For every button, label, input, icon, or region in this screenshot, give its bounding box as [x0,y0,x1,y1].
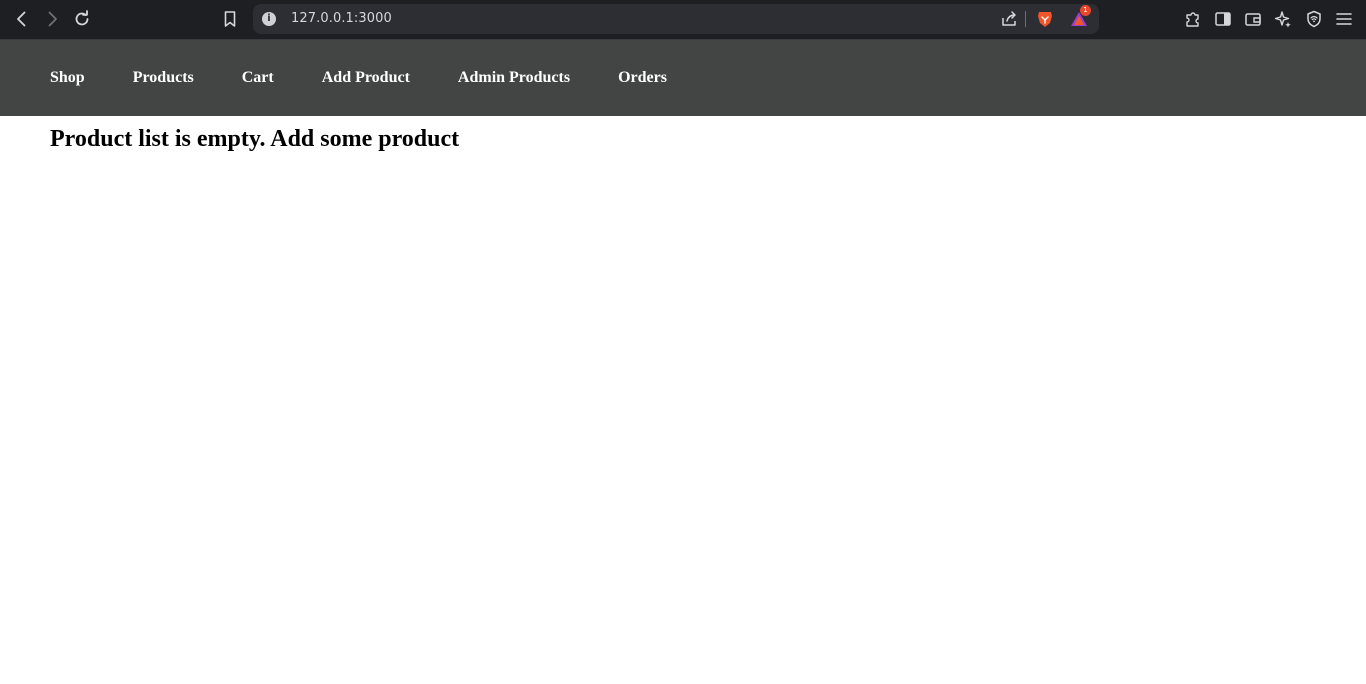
main-header: Shop Products Cart Add Product Admin Pro… [0,40,1366,116]
info-icon[interactable]: i [262,12,276,26]
reload-icon[interactable] [72,9,92,29]
sparkle-icon[interactable] [1273,9,1293,29]
nav-link-products[interactable]: Products [133,69,194,86]
main-content: Product list is empty. Add some product [50,124,459,154]
notification-badge: 1 [1080,5,1091,16]
nav-link-orders[interactable]: Orders [618,69,667,86]
bookmark-icon[interactable] [220,9,240,29]
nav-item-add-product: Add Product [322,69,458,87]
vpn-shield-icon[interactable] [1304,9,1324,29]
nav-link-cart[interactable]: Cart [242,69,274,86]
share-icon[interactable] [999,9,1019,29]
forward-arrow-icon[interactable] [42,9,62,29]
address-bar[interactable]: i 127.0.0.1:3000 1 [253,4,1099,34]
puzzle-icon[interactable] [1183,9,1203,29]
url-text[interactable]: 127.0.0.1:3000 [291,11,392,26]
nav-link-add-product[interactable]: Add Product [322,69,410,86]
back-arrow-icon[interactable] [12,9,32,29]
brave-lion-icon[interactable] [1035,9,1055,29]
wallet-icon[interactable] [1243,9,1263,29]
rewards-triangle-icon[interactable]: 1 [1069,5,1091,29]
nav-item-products: Products [133,69,242,87]
browser-toolbar: i 127.0.0.1:3000 1 [0,0,1366,40]
nav-item-orders: Orders [618,69,715,87]
sidebar-icon[interactable] [1213,9,1233,29]
nav-item-cart: Cart [242,69,322,87]
empty-state-heading: Product list is empty. Add some product [50,126,460,152]
url-separator [1025,11,1026,27]
hamburger-menu-icon[interactable] [1334,9,1354,29]
nav-item-shop: Shop [50,69,133,87]
nav-item-admin-products: Admin Products [458,69,618,87]
nav-link-shop[interactable]: Shop [50,69,85,86]
nav-list: Shop Products Cart Add Product Admin Pro… [50,40,715,116]
nav-link-admin-products[interactable]: Admin Products [458,69,570,86]
